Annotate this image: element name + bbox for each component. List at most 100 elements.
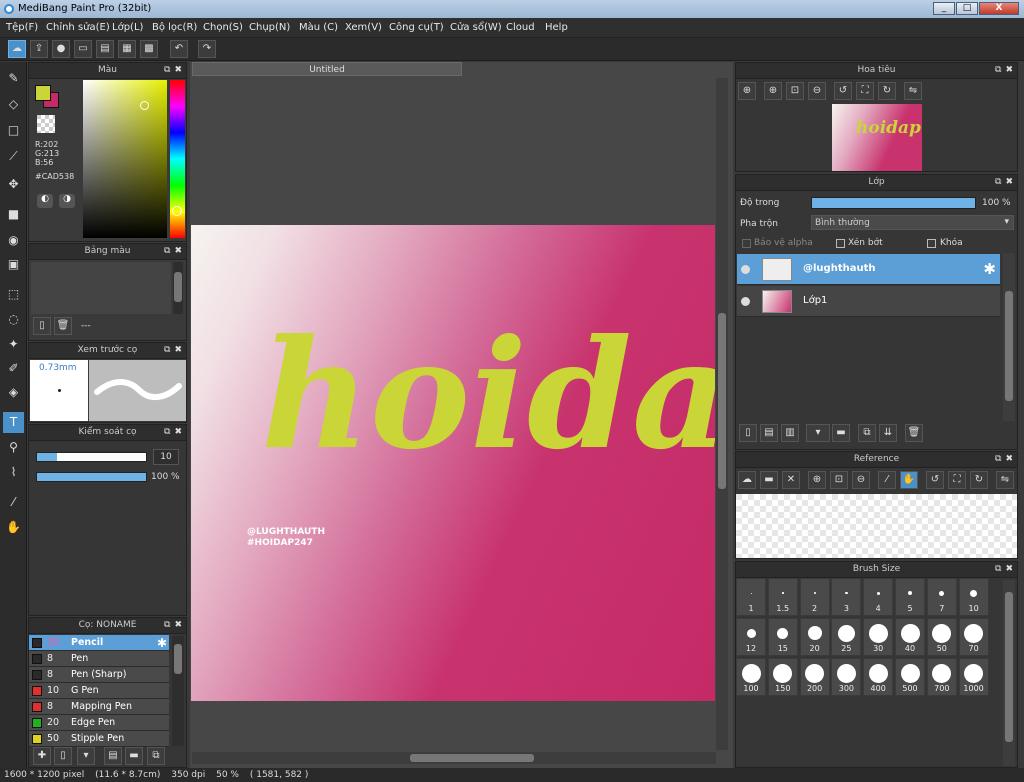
grid-icon[interactable]: ▩ xyxy=(140,40,158,58)
brush-item[interactable]: 50 Stipple Pen xyxy=(29,731,169,747)
undock-icon[interactable]: ⧉ xyxy=(995,177,1001,187)
close-panel-icon[interactable]: ✖ xyxy=(174,620,182,630)
undock-icon[interactable]: ⧉ xyxy=(995,564,1001,574)
menu-view[interactable]: Xem(V) xyxy=(345,22,382,33)
brush-settings-icon[interactable]: ▤ xyxy=(104,747,122,765)
brush-item[interactable]: 8 Mapping Pen xyxy=(29,699,169,715)
brush-size-value[interactable]: 10 xyxy=(153,449,179,465)
layer-settings-gear-icon[interactable]: ✱ xyxy=(983,260,996,278)
close-panel-icon[interactable]: ✖ xyxy=(174,246,182,256)
close-panel-icon[interactable]: ✖ xyxy=(174,427,182,437)
close-panel-icon[interactable]: ✖ xyxy=(1005,454,1013,464)
duplicate-brush-icon[interactable]: ⧉ xyxy=(147,747,165,765)
lasso-tool-icon[interactable]: ◌ xyxy=(3,309,24,330)
brush-size-cell[interactable]: 40 xyxy=(895,618,925,656)
panel-layout-icon[interactable]: ▦ xyxy=(118,40,136,58)
brush-size-cell[interactable]: 20 xyxy=(799,618,830,656)
menu-tools[interactable]: Công cụ(T) xyxy=(389,22,444,33)
brush-settings-gear-icon[interactable]: ✱ xyxy=(157,635,167,651)
brush-size-cell[interactable]: 200 xyxy=(799,658,830,696)
select-pen-tool-icon[interactable]: ✐ xyxy=(3,358,24,379)
brush-item[interactable]: 8 Pen xyxy=(29,651,169,667)
select-rect-tool-icon[interactable]: ⬚ xyxy=(3,284,24,305)
undock-icon[interactable]: ⧉ xyxy=(164,65,170,75)
color-mixer-icon[interactable]: ◑ xyxy=(59,194,75,208)
undock-icon[interactable]: ⧉ xyxy=(164,345,170,355)
merge-layer-icon[interactable]: ⇊ xyxy=(879,424,897,442)
nav-rotate-left-icon[interactable]: ↺ xyxy=(834,82,852,100)
brush-size-cell[interactable]: 100 xyxy=(736,658,766,696)
ref-open-icon[interactable]: ▬ xyxy=(760,471,778,489)
eyedropper-tool-icon[interactable]: ⌇ xyxy=(3,462,24,483)
brush-size-cell[interactable]: 70 xyxy=(958,618,989,656)
new-halftone-layer-icon[interactable]: ▤ xyxy=(760,424,778,442)
brush-size-cell[interactable]: 15 xyxy=(767,618,798,656)
fill-rect-tool-icon[interactable]: ■ xyxy=(3,204,24,225)
lock-checkbox[interactable] xyxy=(927,239,936,248)
ref-zoom-in-icon[interactable]: ⊕ xyxy=(808,471,826,489)
brush-size-cell[interactable]: 400 xyxy=(863,658,894,696)
select-eraser-tool-icon[interactable]: ◈ xyxy=(3,382,24,403)
visibility-icon[interactable] xyxy=(741,265,750,274)
minimize-button[interactable]: _ xyxy=(933,2,955,15)
brush-size-cell[interactable]: 150 xyxy=(767,658,798,696)
close-panel-icon[interactable]: ✖ xyxy=(1005,177,1013,187)
menu-edit[interactable]: Chỉnh sửa(E) xyxy=(46,22,110,33)
canvas-horizontal-scrollbar[interactable] xyxy=(192,752,716,764)
layer-folder-icon[interactable]: ▬ xyxy=(832,424,850,442)
blend-mode-select[interactable]: Bình thường ▾ xyxy=(811,215,1014,230)
move-tool-icon[interactable]: ✥ xyxy=(3,174,24,195)
brush-size-cell[interactable]: 1000 xyxy=(958,658,989,696)
brush-opacity-slider[interactable] xyxy=(36,472,147,482)
magic-wand-tool-icon[interactable]: ✦ xyxy=(3,334,24,355)
canvas-vertical-scrollbar[interactable] xyxy=(716,78,728,750)
menu-cloud[interactable]: Cloud xyxy=(506,22,535,33)
navigator-thumbnail[interactable]: hoidap xyxy=(832,104,922,171)
undo-icon[interactable]: ↶ xyxy=(170,40,188,58)
brush-options-icon[interactable]: ▾ xyxy=(77,747,95,765)
brush-size-scrollbar[interactable] xyxy=(1003,580,1015,766)
palette-swatches-area[interactable] xyxy=(31,262,171,314)
undock-icon[interactable]: ⧉ xyxy=(164,427,170,437)
brush-item[interactable]: 10 G Pen xyxy=(29,683,169,699)
gradient-tool-icon[interactable]: ▣ xyxy=(3,254,24,275)
dropper-tool-icon[interactable]: ⁄ xyxy=(3,492,24,513)
nav-zoom-out-icon[interactable]: ⊖ xyxy=(808,82,826,100)
layer-opacity-slider[interactable] xyxy=(811,197,976,209)
brush-size-cell[interactable]: 5 xyxy=(895,578,925,616)
duplicate-layer-icon[interactable]: ⧉ xyxy=(858,424,876,442)
protect-alpha-checkbox[interactable] xyxy=(742,239,751,248)
brush-size-cell[interactable]: 25 xyxy=(831,618,862,656)
nav-zoom-icon[interactable]: ⊕ xyxy=(764,82,782,100)
layer-options-icon[interactable]: ▾ xyxy=(806,424,830,442)
brush-size-cell[interactable]: 500 xyxy=(895,658,925,696)
canvas-area[interactable]: Untitled hoidap @LUGHTHAUTH #HOIDAP247 xyxy=(190,62,733,768)
hue-slider[interactable] xyxy=(170,80,185,238)
layer-row[interactable]: Lớp1 xyxy=(737,286,1000,317)
hand-tool-icon[interactable]: ✋ xyxy=(3,517,24,538)
upload-icon[interactable]: ⇪ xyxy=(30,40,48,58)
brush-size-cell[interactable]: 3 xyxy=(831,578,862,616)
nav-flip-icon[interactable]: ⇋ xyxy=(904,82,922,100)
menu-select[interactable]: Chọn(S) xyxy=(203,22,243,33)
brush-size-cell[interactable]: 300 xyxy=(831,658,862,696)
brush-size-slider[interactable] xyxy=(36,452,147,462)
ref-eyedropper-icon[interactable]: ⁄ xyxy=(878,471,896,489)
ref-fit-window-icon[interactable]: ⛶ xyxy=(948,471,966,489)
speech-bubble-icon[interactable]: ● xyxy=(52,40,70,58)
new-layer-icon[interactable]: ▯ xyxy=(739,424,757,442)
artwork-canvas[interactable]: hoidap @LUGHTHAUTH #HOIDAP247 xyxy=(191,225,715,701)
close-panel-icon[interactable]: ✖ xyxy=(174,65,182,75)
document-tab[interactable]: Untitled xyxy=(192,62,462,76)
layer-list-scrollbar[interactable] xyxy=(1003,253,1015,421)
foreground-color-swatch[interactable] xyxy=(35,85,51,101)
ref-close-icon[interactable]: ✕ xyxy=(782,471,800,489)
menu-layer[interactable]: Lớp(L) xyxy=(112,22,143,33)
ref-zoom-out-icon[interactable]: ⊖ xyxy=(852,471,870,489)
undock-icon[interactable]: ⧉ xyxy=(995,454,1001,464)
menu-color[interactable]: Màu (C) xyxy=(299,22,338,33)
text-tool-icon[interactable]: T xyxy=(3,412,24,433)
page-icon[interactable]: ▤ xyxy=(96,40,114,58)
operation-tool-icon[interactable]: ⚲ xyxy=(3,437,24,458)
delete-layer-icon[interactable]: 🗑 xyxy=(905,424,923,442)
